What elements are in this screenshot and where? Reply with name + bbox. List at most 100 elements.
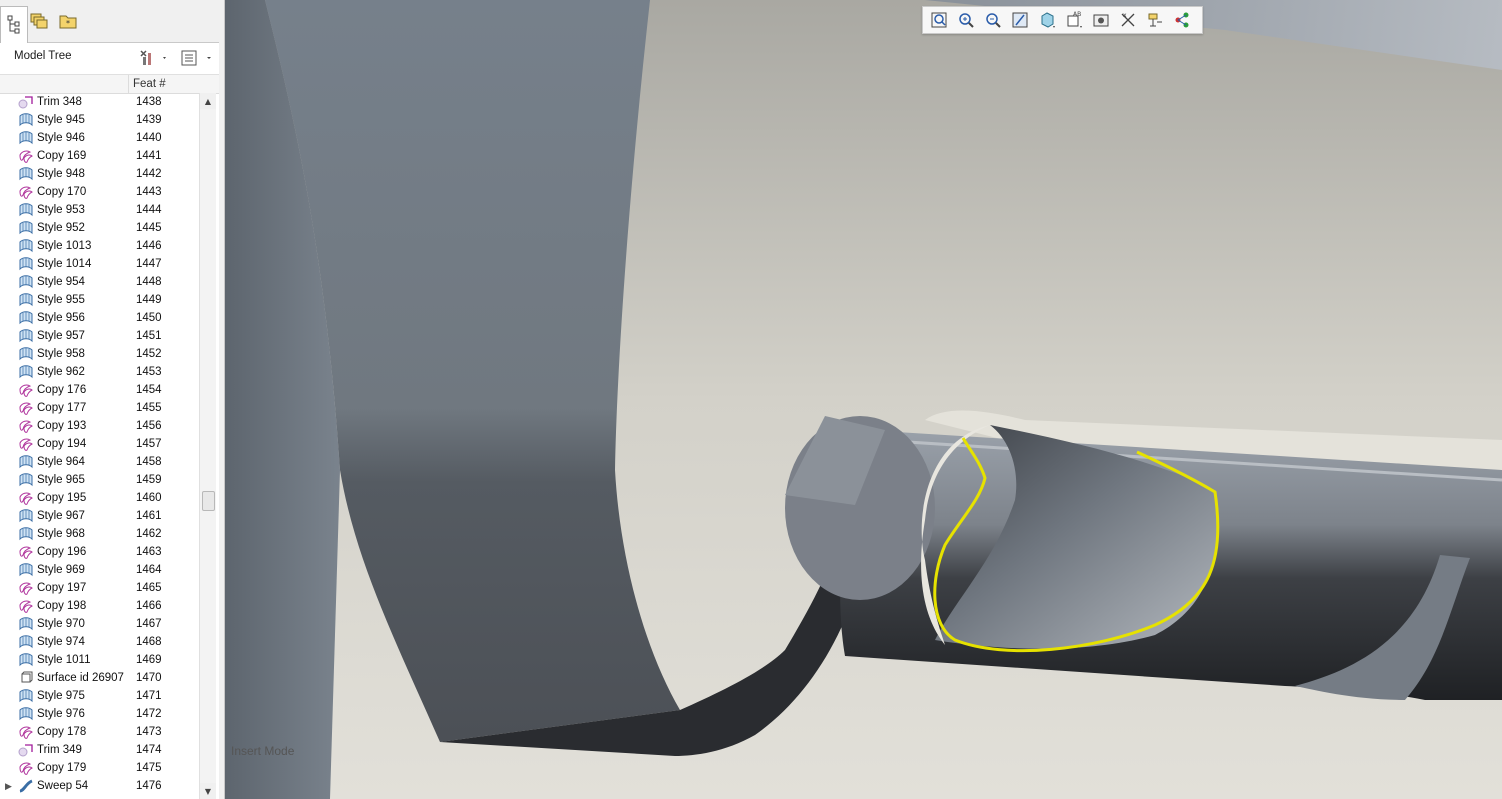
tree-row[interactable]: Copy 176 1454 [0, 381, 199, 399]
surface-feature-icon [18, 671, 34, 685]
style-feature-icon [18, 527, 34, 541]
refit-button[interactable] [927, 9, 951, 31]
annotation-display-button[interactable] [1143, 9, 1167, 31]
sweep-feature-icon [18, 779, 34, 793]
style-feature-icon [18, 635, 34, 649]
svg-text:*: * [66, 19, 70, 28]
tree-row[interactable]: Copy 197 1465 [0, 579, 199, 597]
column-feat-number[interactable]: Feat # [128, 75, 166, 93]
tree-row[interactable]: Style 952 1445 [0, 219, 199, 237]
tree-row[interactable]: Copy 179 1475 [0, 759, 199, 777]
datum-display-button[interactable]: x [1116, 9, 1140, 31]
tab-layers[interactable] [26, 6, 52, 36]
tree-scrollbar[interactable]: ▲ ▼ [199, 93, 216, 799]
saved-views-button[interactable]: AB [1062, 9, 1086, 31]
spin-center-button[interactable] [1170, 9, 1194, 31]
tree-row[interactable]: Style 957 1451 [0, 327, 199, 345]
tree-row[interactable]: Style 958 1452 [0, 345, 199, 363]
scroll-thumb[interactable] [202, 491, 215, 511]
tree-row[interactable]: Style 948 1442 [0, 165, 199, 183]
feature-name: Copy 198 [37, 600, 87, 612]
tree-row[interactable]: Copy 170 1443 [0, 183, 199, 201]
style-feature-icon [18, 203, 34, 217]
tree-row[interactable]: Style 956 1450 [0, 309, 199, 327]
feature-number: 1447 [136, 258, 162, 270]
tree-row[interactable]: Style 974 1468 [0, 633, 199, 651]
display-style-button[interactable] [1035, 9, 1059, 31]
tree-row[interactable]: Copy 196 1463 [0, 543, 199, 561]
feature-name: Style 958 [37, 348, 85, 360]
tree-row[interactable]: Style 968 1462 [0, 525, 199, 543]
tree-settings-icon [140, 50, 166, 65]
tree-row[interactable]: Copy 198 1466 [0, 597, 199, 615]
tree-row[interactable]: Style 970 1467 [0, 615, 199, 633]
tree-row[interactable]: Style 946 1440 [0, 129, 199, 147]
tree-row[interactable]: Style 975 1471 [0, 687, 199, 705]
tree-row[interactable]: Style 1014 1447 [0, 255, 199, 273]
tree-row[interactable]: Style 945 1439 [0, 111, 199, 129]
show-columns-button[interactable] [180, 46, 214, 70]
style-feature-icon [18, 167, 34, 181]
tree-row[interactable]: Copy 193 1456 [0, 417, 199, 435]
tree-row[interactable]: Surface id 26907 1470 [0, 669, 199, 687]
zoom-in-button[interactable] [954, 9, 978, 31]
feature-number: 1471 [136, 690, 162, 702]
zoom-out-button[interactable] [981, 9, 1005, 31]
tree-row[interactable]: Style 962 1453 [0, 363, 199, 381]
tree-row[interactable]: Style 976 1472 [0, 705, 199, 723]
tree-row[interactable]: Copy 194 1457 [0, 435, 199, 453]
tree-row[interactable]: Trim 348 1438 [0, 93, 199, 111]
scroll-up-button[interactable]: ▲ [200, 93, 216, 109]
model-tree-panel: * Model Tree Feat # Trim 348 1438 Style 94… [0, 0, 220, 799]
style-feature-icon [18, 365, 34, 379]
repaint-button[interactable] [1008, 9, 1032, 31]
feature-number: 1454 [136, 384, 162, 396]
copy-feature-icon [18, 599, 34, 613]
tree-row[interactable]: ▶ Sweep 54 1476 [0, 777, 199, 795]
zoom-in-icon [959, 13, 974, 28]
feature-number: 1475 [136, 762, 162, 774]
scroll-down-button[interactable]: ▼ [200, 783, 216, 799]
tab-model-tree[interactable] [0, 6, 28, 43]
tree-row[interactable]: Style 954 1448 [0, 273, 199, 291]
feature-name: Style 970 [37, 618, 85, 630]
tree-row[interactable]: Copy 177 1455 [0, 399, 199, 417]
feature-name: Style 968 [37, 528, 85, 540]
tree-row[interactable]: Style 1013 1446 [0, 237, 199, 255]
tree-row[interactable]: Style 955 1449 [0, 291, 199, 309]
feature-number: 1469 [136, 654, 162, 666]
tree-row[interactable]: Style 969 1464 [0, 561, 199, 579]
model-tree-list: Trim 348 1438 Style 945 1439 Style 946 1440 Co… [0, 93, 199, 799]
style-feature-icon [18, 293, 34, 307]
model-tree-icon [7, 15, 20, 34]
feature-number: 1472 [136, 708, 162, 720]
tree-row[interactable]: Style 967 1461 [0, 507, 199, 525]
tree-row[interactable]: Style 953 1444 [0, 201, 199, 219]
tree-row[interactable]: Style 1011 1469 [0, 651, 199, 669]
feature-number: 1462 [136, 528, 162, 540]
perspective-button[interactable] [1089, 9, 1113, 31]
style-feature-icon [18, 239, 34, 253]
feature-number: 1474 [136, 744, 162, 756]
expand-icon[interactable]: ▶ [5, 777, 12, 795]
style-feature-icon [18, 473, 34, 487]
tree-settings-button[interactable] [138, 46, 168, 70]
tree-row[interactable]: Style 965 1459 [0, 471, 199, 489]
tree-row[interactable]: Trim 349 1474 [0, 741, 199, 759]
tree-row[interactable]: Copy 178 1473 [0, 723, 199, 741]
tree-row[interactable]: Copy 195 1460 [0, 489, 199, 507]
feature-number: 1449 [136, 294, 162, 306]
tree-row[interactable]: Style 964 1458 [0, 453, 199, 471]
style-feature-icon [18, 329, 34, 343]
tree-row[interactable]: Copy 169 1441 [0, 147, 199, 165]
graphics-viewport[interactable]: AB x [225, 0, 1502, 799]
feature-name: Copy 178 [37, 726, 87, 738]
style-feature-icon [18, 455, 34, 469]
feature-name: Style 1013 [37, 240, 92, 252]
feature-name: Sweep 54 [37, 780, 89, 792]
tab-favorites[interactable]: * [55, 6, 81, 36]
style-feature-icon [18, 131, 34, 145]
feature-name: Style 974 [37, 636, 85, 648]
style-feature-icon [18, 617, 34, 631]
style-feature-icon [18, 689, 34, 703]
